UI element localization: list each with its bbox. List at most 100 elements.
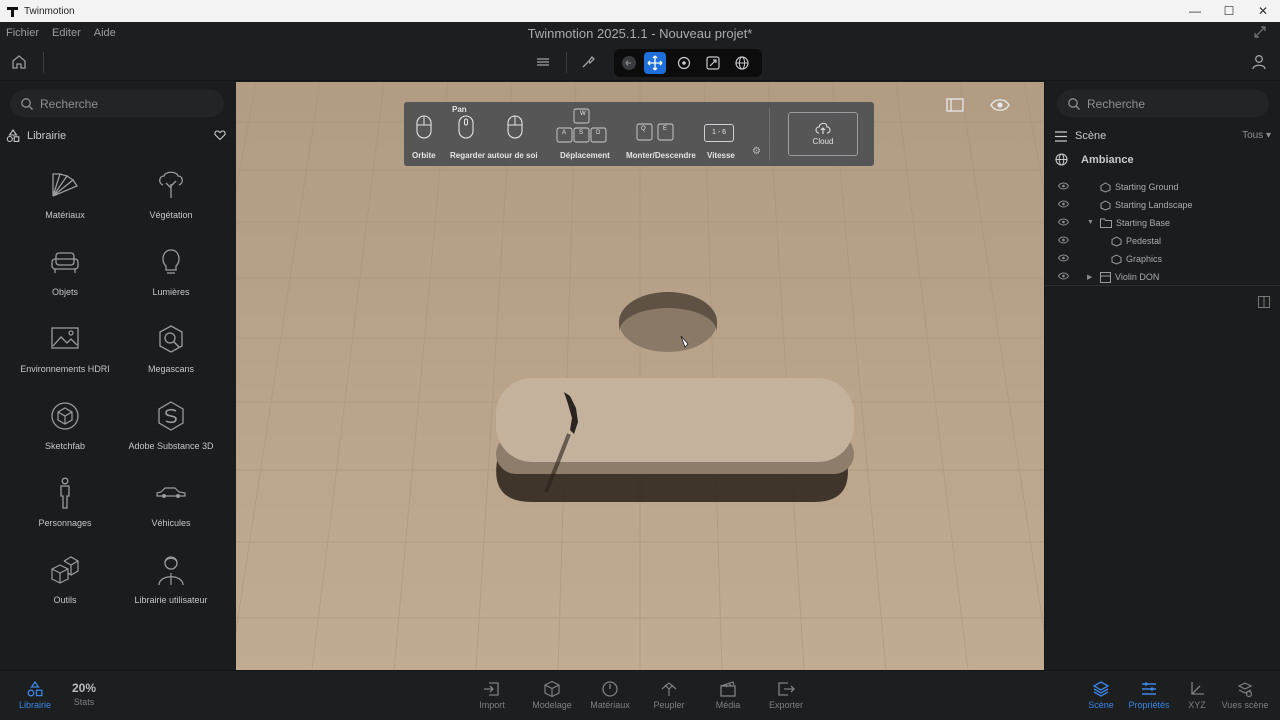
tab-label: Librairie	[18, 700, 51, 710]
toolbar-divider	[566, 52, 567, 73]
menu-fichier[interactable]: Fichier	[6, 27, 39, 39]
ambiance-row[interactable]: Ambiance	[1055, 153, 1134, 166]
visibility-eye-icon[interactable]	[1058, 218, 1069, 226]
tab-import[interactable]: Import	[464, 680, 520, 710]
scene-filter-dropdown[interactable]: Tous ▾	[1242, 130, 1271, 141]
tab-label: Exporter	[768, 700, 803, 710]
cloud-button[interactable]: Cloud	[788, 112, 858, 156]
tab-label: Peupler	[653, 700, 685, 710]
tree-item-label: Starting Ground	[1115, 182, 1179, 192]
object-icon	[1100, 199, 1111, 211]
library-search-input[interactable]: Recherche	[10, 90, 224, 117]
library-item-label: Environnements HDRI	[20, 364, 110, 374]
library-panel: Recherche Librairie Matériaux Végétation…	[0, 82, 236, 670]
visibility-eye-icon[interactable]	[1058, 200, 1069, 208]
folder-icon	[1100, 218, 1112, 228]
layers-icon[interactable]	[533, 52, 553, 72]
orbit-icon[interactable]	[673, 52, 695, 74]
minimize-button[interactable]: —	[1178, 0, 1212, 22]
key-e: E	[663, 126, 668, 132]
cloud-label: Cloud	[812, 137, 834, 146]
visibility-eye-icon[interactable]	[1058, 272, 1069, 280]
fullscreen-icon[interactable]	[1254, 26, 1268, 40]
scene-panel: Recherche Scène Tous ▾ Ambiance Starting…	[1044, 82, 1280, 670]
library-item-objets[interactable]: Objets	[6, 245, 124, 321]
tab-materiaux[interactable]: Matériaux	[582, 680, 638, 710]
expand-view-icon[interactable]	[702, 52, 724, 74]
cloud-upload-icon	[815, 122, 831, 134]
tab-label: Scène	[1088, 700, 1114, 710]
scene-search-input[interactable]: Recherche	[1057, 90, 1269, 117]
scene-filter-value: Tous	[1242, 130, 1264, 141]
library-item-user-library[interactable]: Librairie utilisateur	[112, 553, 230, 629]
search-placeholder: Recherche	[1087, 96, 1146, 111]
panel-divider	[1045, 285, 1280, 286]
3d-viewport[interactable]: Pan Orbite Regarder autour de soi W A S …	[236, 82, 1044, 670]
brush-icon[interactable]	[578, 52, 598, 72]
heart-icon[interactable]	[214, 129, 226, 141]
library-item-personnages[interactable]: Personnages	[6, 476, 124, 552]
material-sphere-icon	[602, 681, 618, 697]
visibility-eye-icon[interactable]	[1058, 254, 1069, 262]
library-item-substance[interactable]: Adobe Substance 3D	[112, 399, 230, 475]
maximize-button[interactable]: ☐	[1212, 0, 1246, 22]
tab-modelage[interactable]: Modelage	[524, 680, 580, 710]
tree-item[interactable]: Graphics	[1045, 250, 1280, 268]
tree-item[interactable]: Pedestal	[1045, 232, 1280, 250]
tab-librairie[interactable]: Librairie	[7, 680, 63, 710]
eye-icon[interactable]	[990, 98, 1010, 112]
tree-item[interactable]: Starting Ground	[1045, 178, 1280, 196]
tree-item[interactable]: Starting Landscape	[1045, 196, 1280, 214]
search-placeholder: Recherche	[40, 96, 99, 111]
tab-label: Propriétés	[1128, 700, 1170, 710]
hdri-image-icon	[51, 327, 79, 349]
navigation-help-overlay: Pan Orbite Regarder autour de soi W A S …	[404, 102, 874, 166]
tree-item[interactable]: ▼ Starting Base	[1045, 214, 1280, 232]
navigation-mode-group	[614, 49, 762, 77]
library-item-label: Véhicules	[151, 518, 191, 528]
tree-node: Graphics	[1111, 253, 1162, 265]
tab-vues-scene[interactable]: Vues scène	[1217, 680, 1273, 710]
menu-aide[interactable]: Aide	[94, 27, 116, 39]
back-icon[interactable]	[618, 52, 640, 74]
home-icon[interactable]	[10, 53, 30, 73]
toolbar-divider	[43, 52, 44, 73]
globe-icon[interactable]	[731, 52, 753, 74]
object-icon	[1111, 235, 1122, 247]
library-item-hdri[interactable]: Environnements HDRI	[6, 322, 124, 398]
library-item-vegetation[interactable]: Végétation	[112, 168, 230, 244]
library-item-materiaux[interactable]: Matériaux	[6, 168, 124, 244]
tree-item[interactable]: ▶ Violin DON	[1045, 268, 1280, 286]
user-icon[interactable]	[1250, 53, 1270, 73]
substance-icon	[158, 401, 184, 431]
library-item-lumieres[interactable]: Lumières	[112, 245, 230, 321]
menubar: Fichier Editer Aide Twinmotion 2025.1.1 …	[0, 22, 1280, 44]
stats-button[interactable]: 20% Stats	[66, 681, 102, 707]
mouse-right-icon	[507, 115, 523, 139]
tab-media[interactable]: Média	[700, 680, 756, 710]
close-button[interactable]: ✕	[1246, 0, 1280, 22]
move-icon[interactable]	[644, 52, 666, 74]
collapse-arrow-icon[interactable]: ▶	[1087, 273, 1092, 281]
visibility-eye-icon[interactable]	[1058, 182, 1069, 190]
side-panel-icon[interactable]	[1258, 296, 1270, 308]
car-icon	[156, 487, 186, 498]
settings-gear-icon[interactable]: ⚙	[752, 146, 761, 157]
speed-keys: 1 - 6	[704, 124, 734, 142]
menu-editer[interactable]: Editer	[52, 27, 81, 39]
library-item-label: Végétation	[149, 210, 193, 220]
tab-label: Import	[479, 700, 505, 710]
visibility-eye-icon[interactable]	[1058, 236, 1069, 244]
scene-header: Scène Tous ▾	[1055, 128, 1271, 144]
tab-peupler[interactable]: Peupler	[641, 680, 697, 710]
expand-arrow-icon[interactable]: ▼	[1087, 219, 1094, 226]
tab-exporter[interactable]: Exporter	[758, 680, 814, 710]
library-item-outils[interactable]: Outils	[6, 553, 124, 629]
window-title: Twinmotion	[24, 5, 75, 17]
scene-title: Scène	[1075, 130, 1107, 142]
panel-toggle-icon[interactable]	[946, 98, 964, 112]
library-item-megascans[interactable]: Megascans	[112, 322, 230, 398]
import-icon	[484, 682, 499, 696]
library-item-vehicules[interactable]: Véhicules	[112, 476, 230, 552]
library-item-sketchfab[interactable]: Sketchfab	[6, 399, 124, 475]
